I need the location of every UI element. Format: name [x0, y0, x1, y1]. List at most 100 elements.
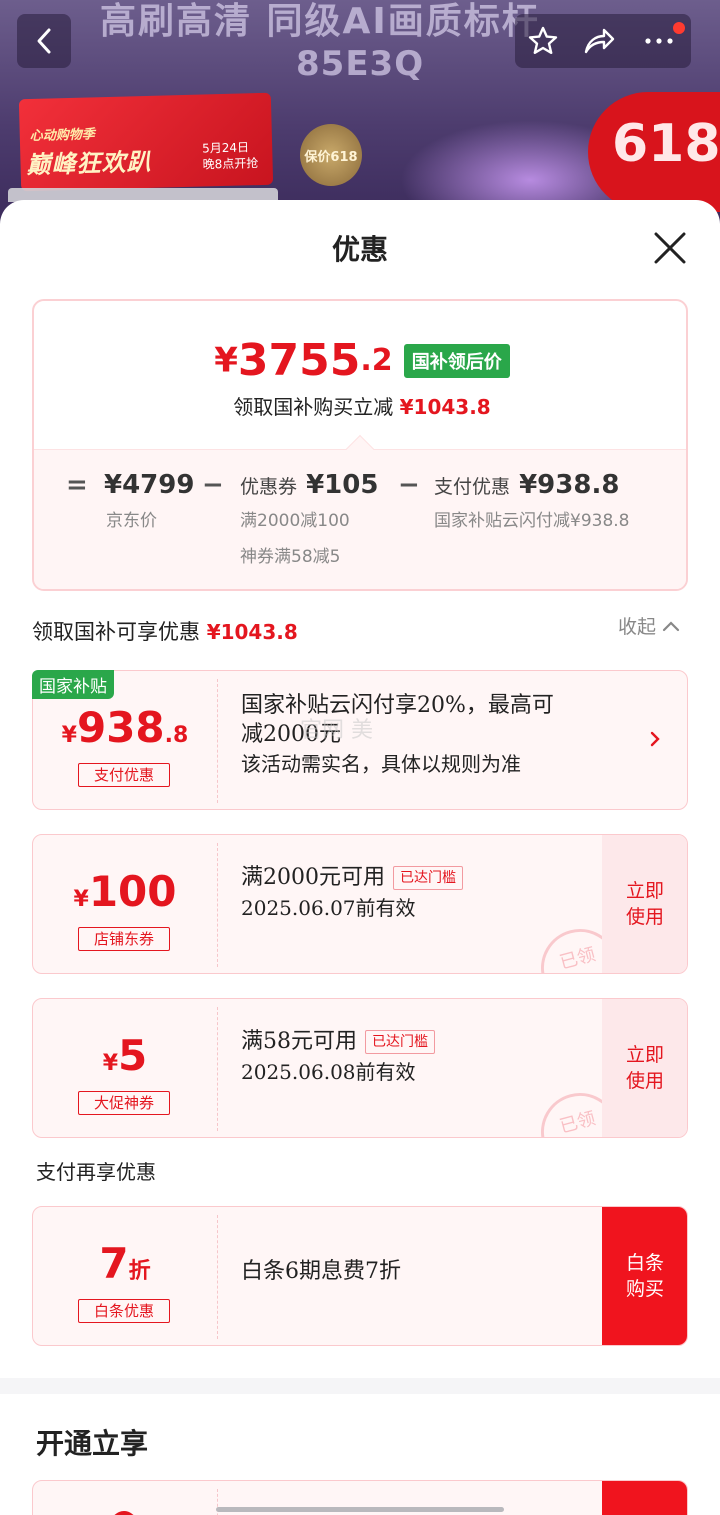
collapse-label: 收起 — [618, 616, 657, 638]
coupon-amount: 7折 — [33, 1239, 217, 1288]
baitiao-buy-button[interactable]: 白条 购买 — [602, 1207, 687, 1345]
threshold-reached-badge: 已达门槛 — [393, 866, 463, 890]
subsidy-price-tag: 国补领后价 — [403, 343, 510, 378]
promo-date: 5月24日 晚8点开抢 — [202, 139, 258, 172]
equals-sign: = — [66, 470, 88, 500]
chevron-right-icon — [650, 731, 660, 747]
coupon-amount-decimal: .8 — [164, 723, 189, 748]
coupon-currency: ¥ — [102, 1051, 119, 1076]
coupon-description: 满2000元可用 已达门槛 2025.06.07前有效 — [241, 863, 463, 923]
coupon-divider — [217, 679, 218, 803]
coupon-total-value: ¥105 — [306, 470, 379, 500]
chevron-up-icon — [662, 620, 680, 631]
coupon-desc-line1: 国家补贴云闪付享20%，最高可 — [241, 693, 554, 718]
sheet-title: 优惠 — [331, 233, 388, 266]
coupon-desc-line3: 该活动需实名，具体以规则为准 — [241, 752, 521, 776]
coupon-divider — [217, 843, 218, 967]
payment-discount-total: 支付优惠 ¥938.8 — [434, 470, 619, 500]
coupon-divider — [217, 1215, 218, 1339]
banner-headline: 高刷高清 同级AI画质标杆 — [100, 1, 540, 42]
section-title-amount: ¥1043.8 — [206, 620, 298, 644]
coupon-type-tag: 白条优惠 — [78, 1299, 170, 1323]
coupon-description: 国家补贴云闪付享20%，最高可 减2000元 该活动需实名，具体以规则为准 — [241, 691, 554, 779]
savings-amount: ¥1043.8 — [399, 395, 491, 419]
use-now-label-1: 立即 — [625, 1044, 664, 1066]
discount-value: 7 — [99, 1239, 129, 1288]
coupon-value-area: ¥100 店铺东券 — [33, 835, 217, 973]
jd-price-value: ¥4799 — [104, 470, 195, 500]
use-now-label-2: 使用 — [625, 1070, 664, 1092]
price-breakdown: = ¥4799 京东价 − 优惠券 ¥105 满2000减100 神券满58减5… — [34, 449, 686, 589]
baitiao-buy-label-1: 白条 — [625, 1252, 664, 1274]
payment-discount-label: 支付优惠 — [434, 476, 511, 498]
coupon-amount: ¥5 — [33, 1031, 217, 1080]
coupon-amount: ¥938.8 — [33, 703, 217, 752]
coupon-currency: ¥ — [61, 723, 77, 748]
coupon-amount: ¥100 — [33, 867, 217, 916]
use-now-button[interactable]: 立即 使用 — [602, 835, 687, 973]
collapse-button[interactable]: 收起 — [618, 612, 680, 639]
final-price-row: ¥3755.2 国补领后价 — [34, 335, 686, 386]
coupon-total-label: 优惠券 — [240, 476, 298, 498]
back-button[interactable] — [17, 14, 71, 68]
coupon-type-tag: 大促神券 — [78, 1091, 170, 1115]
minus-sign: − — [202, 470, 224, 500]
coupon-currency: ¥ — [73, 887, 89, 912]
use-now-label-2: 使用 — [625, 906, 664, 928]
use-now-label-1: 立即 — [625, 880, 664, 902]
notification-dot — [673, 22, 685, 34]
promo-date-line2: 晚8点开抢 — [202, 156, 259, 172]
promo-date-line1: 5月24日 — [202, 140, 250, 156]
price-integer: 3755 — [237, 335, 361, 386]
coupon-note-2: 神券满58减5 — [240, 547, 341, 567]
coupon-condition: 满2000元可用 已达门槛 — [241, 863, 463, 893]
coupon-divider — [217, 1007, 218, 1131]
coupon-card: ¥5 大促神券 满58元可用 已达门槛 2025.06.08前有效 已领 立即 使… — [32, 998, 688, 1138]
coupon-desc-line2: 减2000元 — [241, 722, 341, 747]
coupon-amount-value: 100 — [88, 867, 177, 916]
coupon-condition: 满58元可用 已达门槛 — [241, 1027, 435, 1057]
coupon-description: 满58元可用 已达门槛 2025.06.08前有效 — [241, 1027, 435, 1087]
promo-subtitle: 心动购物季 — [29, 127, 96, 145]
discount-unit: 折 — [128, 1259, 151, 1284]
coupon-card: ¥100 店铺东券 满2000元可用 已达门槛 2025.06.07前有效 已领 … — [32, 834, 688, 974]
subsidy-savings-text: 领取国补购买立减 ¥1043.8 — [34, 391, 686, 420]
coupon-value-area: 7折 白条优惠 — [33, 1207, 217, 1345]
chevron-left-icon — [37, 28, 51, 54]
top-actions — [515, 14, 691, 68]
open-benefit-title: 开通立享 — [36, 1427, 149, 1460]
payment-section-title: 支付再享优惠 — [36, 1160, 156, 1184]
jd-price-label: 京东价 — [106, 511, 157, 531]
coupon-value-area: ¥5 大促神券 — [33, 999, 217, 1137]
baitiao-buy-label-2: 购买 — [625, 1278, 664, 1300]
discount-sheet: 优惠 ¥3755.2 国补领后价 领取国补购买立减 ¥1043.8 = ¥479… — [0, 200, 720, 1515]
badge-618: 618 — [588, 92, 720, 212]
product-banner: 高刷高清 同级AI画质标杆 85E3Q 心动购物季 巅峰狂欢趴 5月24日 晚8… — [0, 0, 720, 230]
coupon-note-1: 满2000减100 — [240, 511, 350, 531]
more-icon — [645, 38, 673, 44]
watermark-text: 官网 美 — [300, 718, 373, 743]
price-protect-seal: 保价618 — [300, 124, 362, 186]
threshold-reached-badge: 已达门槛 — [365, 1030, 435, 1054]
coupon-expiry: 2025.06.07前有效 — [241, 896, 416, 920]
price-currency: ¥ — [214, 340, 238, 381]
section-title-label: 领取国补可享优惠 — [32, 620, 200, 644]
use-now-button[interactable]: 立即 使用 — [602, 999, 687, 1137]
coupon-condition-text: 满2000元可用 — [241, 865, 385, 890]
payment-discount-note: 国家补贴云闪付减¥938.8 — [434, 511, 630, 531]
price-summary-card: ¥3755.2 国补领后价 领取国补购买立减 ¥1043.8 = ¥4799 京… — [32, 299, 688, 591]
home-indicator — [216, 1507, 504, 1512]
section-title: 领取国补可享优惠 ¥1043.8 — [32, 616, 298, 646]
promo-card: 心动购物季 巅峰狂欢趴 5月24日 晚8点开抢 — [18, 92, 274, 192]
promo-title: 巅峰狂欢趴 — [26, 147, 152, 180]
payment-discount-value: ¥938.8 — [519, 470, 620, 500]
benefit-action-button[interactable] — [602, 1481, 687, 1515]
close-icon[interactable] — [652, 230, 688, 266]
coupon-amount-value: 938 — [76, 703, 165, 752]
price-decimal: .2 — [360, 343, 393, 378]
section-separator — [0, 1378, 720, 1394]
star-icon[interactable] — [527, 25, 559, 57]
coupon-expiry: 2025.06.08前有效 — [241, 1060, 416, 1084]
national-subsidy-label: 国家补贴 — [32, 670, 114, 699]
share-icon[interactable] — [582, 25, 616, 57]
